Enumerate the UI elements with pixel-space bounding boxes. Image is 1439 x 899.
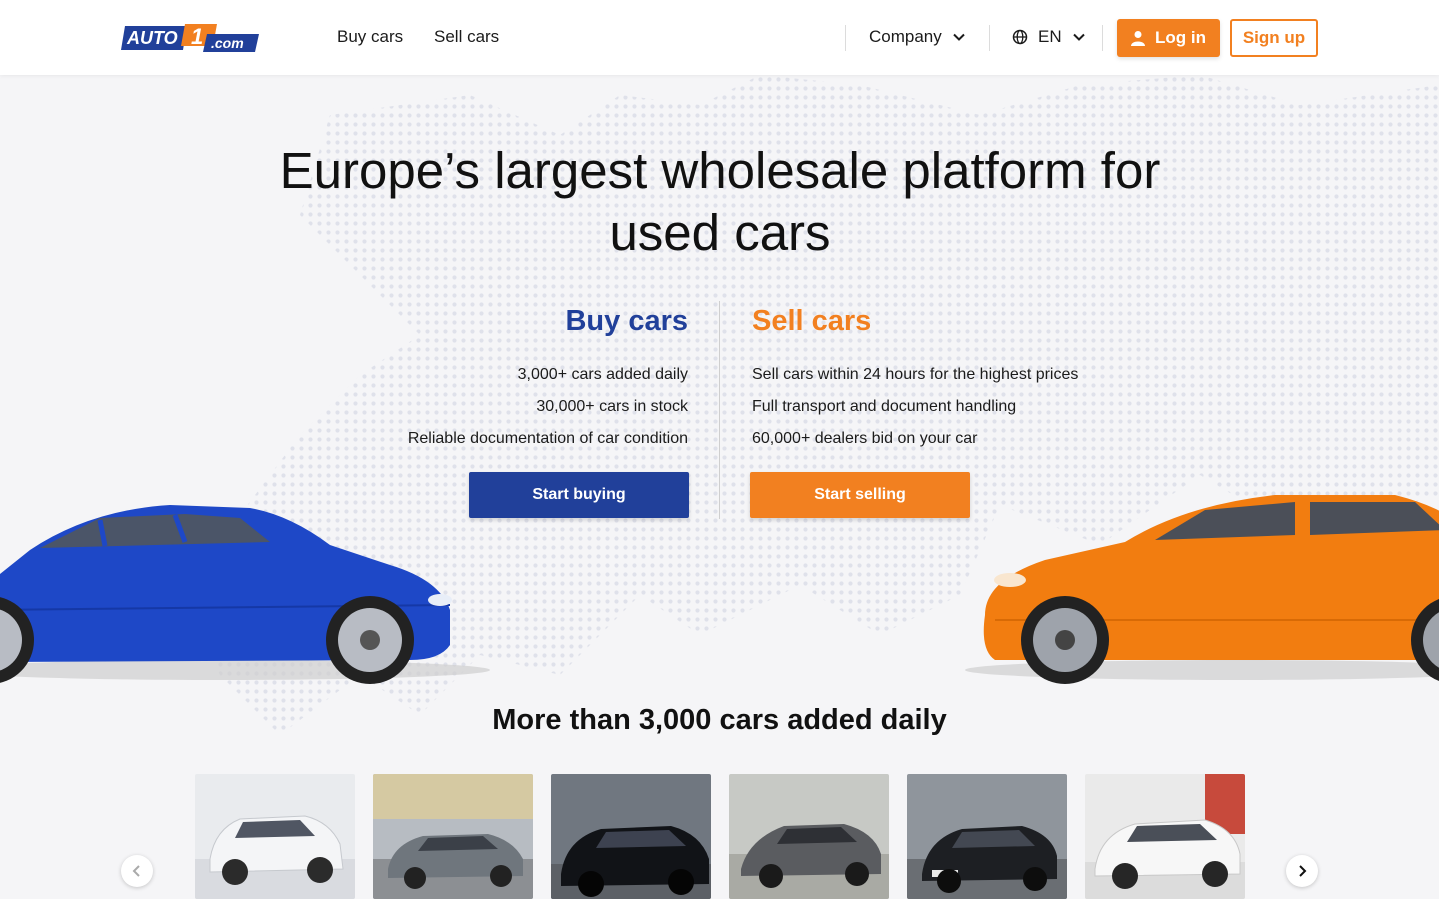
signup-button[interactable]: Sign up [1230, 19, 1318, 57]
sell-feature: Sell cars within 24 hours for the highes… [752, 366, 1079, 383]
carousel-title: More than 3,000 cars added daily [492, 704, 947, 736]
orange-sedan-image [965, 495, 1439, 684]
start-buying-button[interactable]: Start buying [469, 472, 689, 518]
car-carousel [195, 774, 1245, 899]
svg-text:.com: .com [211, 35, 244, 51]
buy-title: Buy cars [565, 305, 688, 337]
user-icon [1131, 31, 1145, 46]
car-thumbnail[interactable] [907, 774, 1067, 899]
blue-sedan-image [0, 505, 490, 684]
chevron-left-icon [132, 865, 140, 877]
sell-title: Sell cars [752, 305, 872, 337]
car-thumbnail[interactable] [1085, 774, 1245, 899]
start-selling-button[interactable]: Start selling [750, 472, 970, 518]
buy-feature: 3,000+ cars added daily [517, 366, 688, 383]
site-header: AUTO 1 .com Buy cars Sell cars Company E… [0, 0, 1439, 75]
divider [845, 25, 846, 51]
chevron-down-icon [1072, 33, 1085, 41]
globe-icon [1012, 29, 1028, 45]
car-thumbnail[interactable] [729, 774, 889, 899]
language-label: EN [1038, 27, 1062, 46]
login-label: Log in [1155, 28, 1206, 47]
carousel-next-button[interactable] [1286, 855, 1318, 887]
carousel-prev-button[interactable] [121, 855, 153, 887]
auto1-logo[interactable]: AUTO 1 .com [121, 24, 259, 52]
buy-feature: Reliable documentation of car condition [407, 430, 688, 447]
chevron-down-icon [953, 33, 965, 41]
nav-sell-cars[interactable]: Sell cars [434, 27, 499, 47]
svg-text:AUTO: AUTO [126, 28, 178, 48]
column-divider [719, 301, 720, 519]
sell-feature: 60,000+ dealers bid on your car [752, 430, 978, 447]
car-thumbnail[interactable] [373, 774, 533, 899]
sell-feature: Full transport and document handling [752, 398, 1017, 415]
svg-text:1: 1 [191, 24, 203, 49]
hero-title: Europe’s largest wholesale platform for … [279, 142, 1161, 261]
buy-column: Buy cars 3,000+ cars added daily 30,000+… [300, 301, 688, 455]
buy-feature: 30,000+ cars in stock [536, 398, 688, 415]
language-dropdown[interactable]: EN [1012, 27, 1086, 47]
divider [1102, 25, 1103, 51]
car-thumbnail[interactable] [551, 774, 711, 899]
sell-column: Sell cars Sell cars within 24 hours for … [752, 301, 1172, 455]
company-dropdown[interactable]: Company [869, 27, 966, 47]
divider [989, 25, 990, 51]
chevron-right-icon [1299, 865, 1307, 877]
nav-buy-cars[interactable]: Buy cars [337, 27, 403, 47]
car-thumbnail[interactable] [195, 774, 355, 899]
login-button[interactable]: Log in [1117, 19, 1220, 57]
company-label: Company [869, 27, 942, 46]
hero-section: Europe’s largest wholesale platform for … [0, 75, 1439, 899]
